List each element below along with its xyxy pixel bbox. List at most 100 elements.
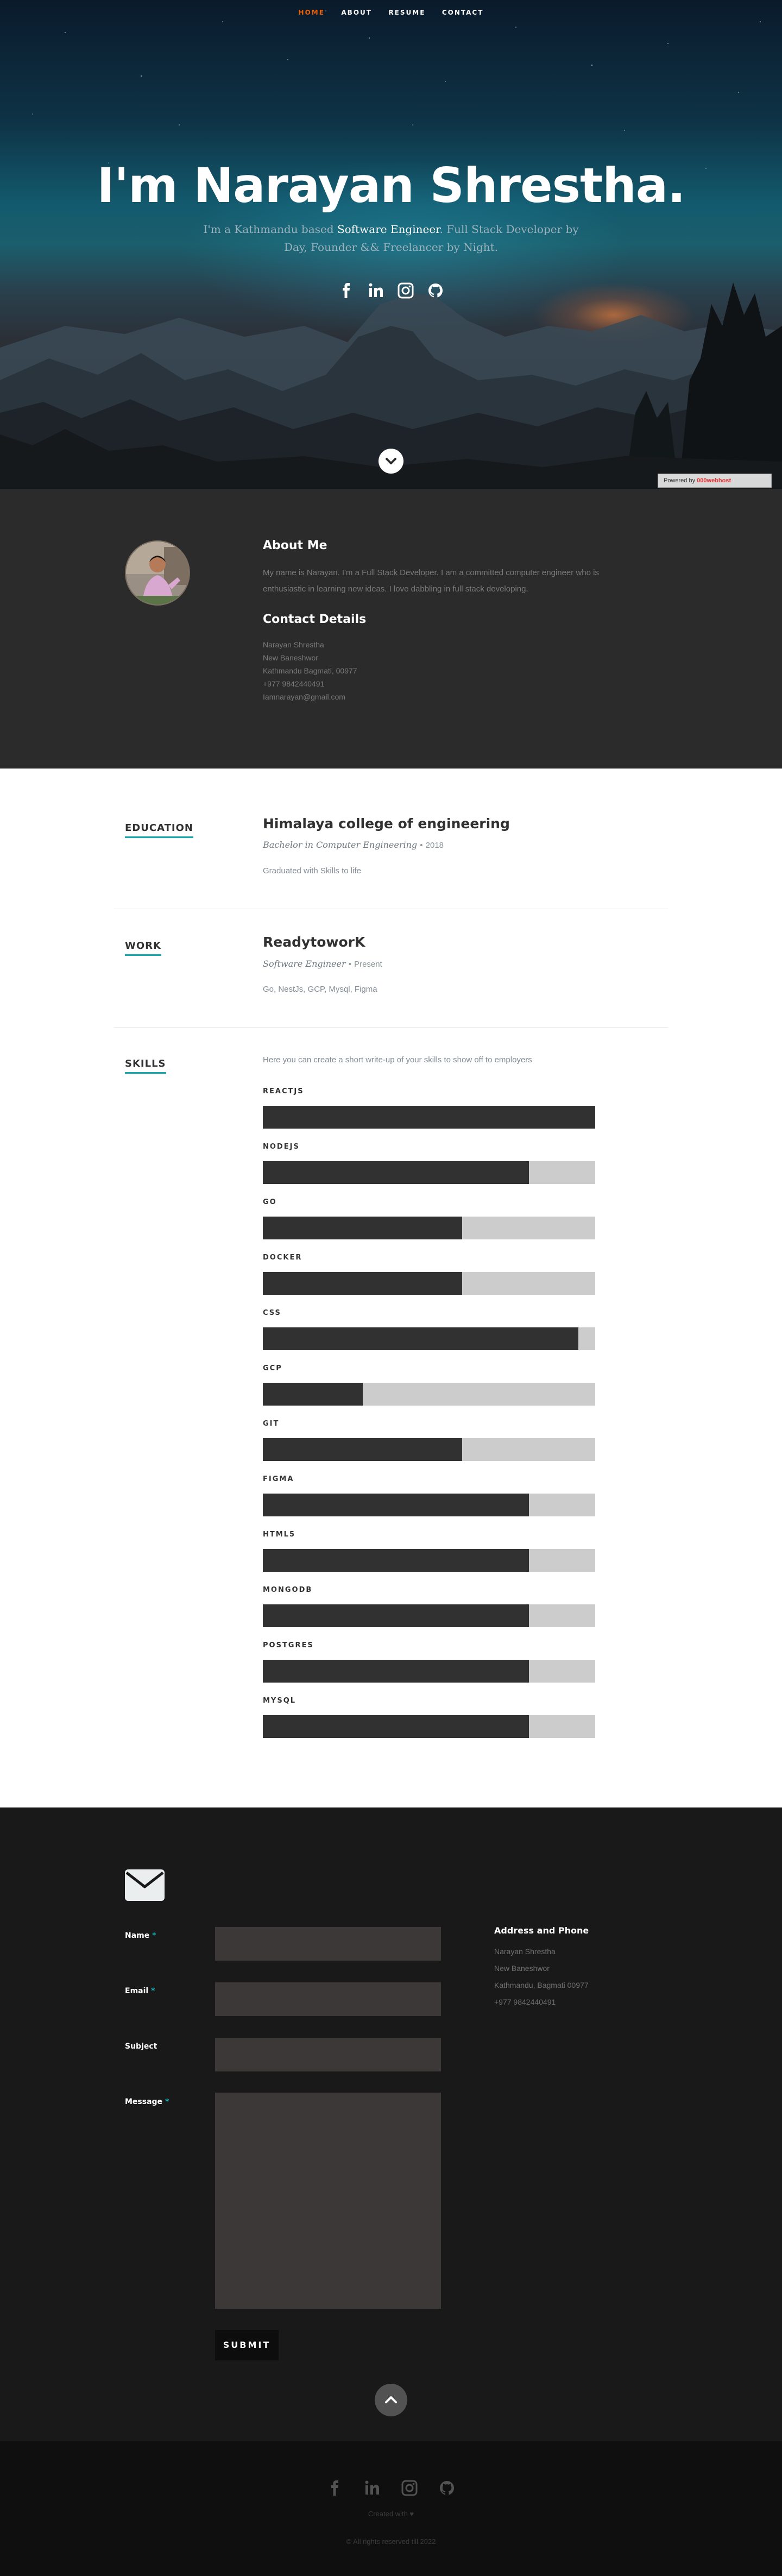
skill-bar-track [263,1327,595,1350]
address-list: Narayan Shrestha New Baneshwor Kathmandu… [494,1943,589,2011]
hero-subtitle-highlight: Software Engineer [337,223,440,236]
required-mark: * [152,1931,156,1940]
education-school: Himalaya college of engineering [263,816,510,832]
email-label-text: Email [125,1987,149,1995]
name-label-text: Name [125,1931,150,1940]
address-street: New Baneshwor [494,1964,550,1973]
skill-bar-fill [263,1660,529,1683]
skill-bar-track [263,1715,595,1738]
skill-name: NODEJS [263,1143,300,1151]
nav-about-link[interactable]: ABOUT [341,9,372,16]
contact-phone: +977 9842440491 [263,679,325,688]
skill-bar-fill [263,1161,529,1184]
main-nav: HOME ABOUT RESUME CONTACT [0,8,782,17]
message-textarea[interactable] [215,2093,441,2309]
skill-bar-track [263,1161,595,1184]
work-description: Go, NestJs, GCP, Mysql, Figma [263,985,377,994]
skill-bar-fill [263,1494,529,1516]
work-bullet: • [348,960,351,969]
required-mark: * [151,1987,155,1995]
envelope-icon [125,1869,165,1901]
scroll-down-button[interactable] [379,449,403,474]
skills-intro: Here you can create a short write-up of … [263,1055,532,1065]
contact-street: New Baneshwor [263,653,318,662]
contact-details-heading: Contact Details [263,613,367,626]
powered-by-badge[interactable]: Powered by 000webhost [658,474,772,488]
contact-details-list: Narayan Shrestha New Baneshwor Kathmandu… [263,638,357,703]
nav-resume-link[interactable]: RESUME [388,9,425,16]
skill-name: GO [263,1198,277,1206]
education-label: EDUCATION [125,822,193,838]
skill-bar-fill [263,1327,579,1350]
skill-bar-fill [263,1272,463,1295]
skill-bar-track [263,1217,595,1239]
skill-bar-track [263,1494,595,1516]
skill-name: GCP [263,1364,282,1372]
nav-contact-link[interactable]: CONTACT [442,9,484,16]
skill-bar-track [263,1383,595,1406]
skill-name: MONGODB [263,1586,313,1594]
skill-bar-fill [263,1383,363,1406]
skill-name: POSTGRES [263,1641,314,1649]
skill-name: DOCKER [263,1254,302,1262]
subject-label-text: Subject [125,2042,157,2051]
footer-social-links [0,2480,782,2499]
education-year: 2018 [425,841,444,850]
skill-bar-track [263,1106,595,1129]
work-years: Present [354,960,382,969]
work-info: Software Engineer • Present [263,959,382,969]
nav-home-link[interactable]: HOME [299,9,325,16]
facebook-icon[interactable] [327,2480,343,2496]
footer [0,2441,782,2576]
linkedin-icon[interactable] [368,282,384,299]
powered-by-label: Powered by [664,477,696,484]
skill-name: HTML5 [263,1531,296,1539]
linkedin-icon[interactable] [364,2480,381,2496]
about-text: My name is Narayan. I'm a Full Stack Dev… [263,568,599,594]
hero-section: HOME ABOUT RESUME CONTACT I'm Narayan Sh… [0,0,782,489]
address-phone: +977 9842440491 [494,1998,556,2006]
footer-created: Created with ♥ [368,2510,414,2518]
work-label: WORK [125,940,161,956]
chevron-down-icon [386,458,396,464]
section-divider [114,1027,668,1028]
skill-name: FIGMA [263,1475,294,1483]
instagram-icon[interactable] [401,2480,418,2496]
submit-button[interactable]: SUBMIT [215,2330,279,2360]
name-field-label: Name * [125,1931,156,1940]
skill-name: GIT [263,1420,280,1428]
email-input[interactable] [215,1982,441,2016]
skill-bar-track [263,1660,595,1683]
github-icon[interactable] [439,2480,455,2496]
skill-bar-fill [263,1106,595,1129]
work-title: Software Engineer [263,959,346,969]
work-company: ReadytoworK [263,934,365,950]
skill-bar-track [263,1272,595,1295]
skill-name: MYSQL [263,1697,297,1705]
go-top-button[interactable] [375,2384,407,2416]
contact-email[interactable]: Iamnarayan@gmail.com [263,690,357,703]
skill-bar-fill [263,1715,529,1738]
education-info: Bachelor in Computer Engineering • 2018 [263,840,444,850]
footer-copyright: © All rights reserved till 2022 [346,2537,436,2546]
facebook-icon[interactable] [338,282,355,299]
skill-bar-track [263,1549,595,1572]
about-heading: About Me [263,539,327,552]
education-description: Graduated with Skills to life [263,866,361,876]
subject-field-label: Subject [125,2042,157,2051]
skill-bar-track [263,1604,595,1627]
subject-input[interactable] [215,2038,441,2071]
webhost-logo: 000webhost [697,477,731,484]
address-name: Narayan Shrestha [494,1947,556,1956]
message-label-text: Message [125,2098,163,2106]
education-degree: Bachelor in Computer Engineering [263,840,418,850]
github-icon[interactable] [427,282,444,299]
chevron-up-icon [385,2396,397,2403]
education-bullet: • [420,841,423,850]
required-mark: * [165,2098,169,2106]
hero-title: I'm Narayan Shrestha. [97,158,685,213]
address-city: Kathmandu, Bagmati 00977 [494,1981,589,1989]
skill-bar-fill [263,1604,529,1627]
name-input[interactable] [215,1927,441,1961]
instagram-icon[interactable] [398,282,414,299]
